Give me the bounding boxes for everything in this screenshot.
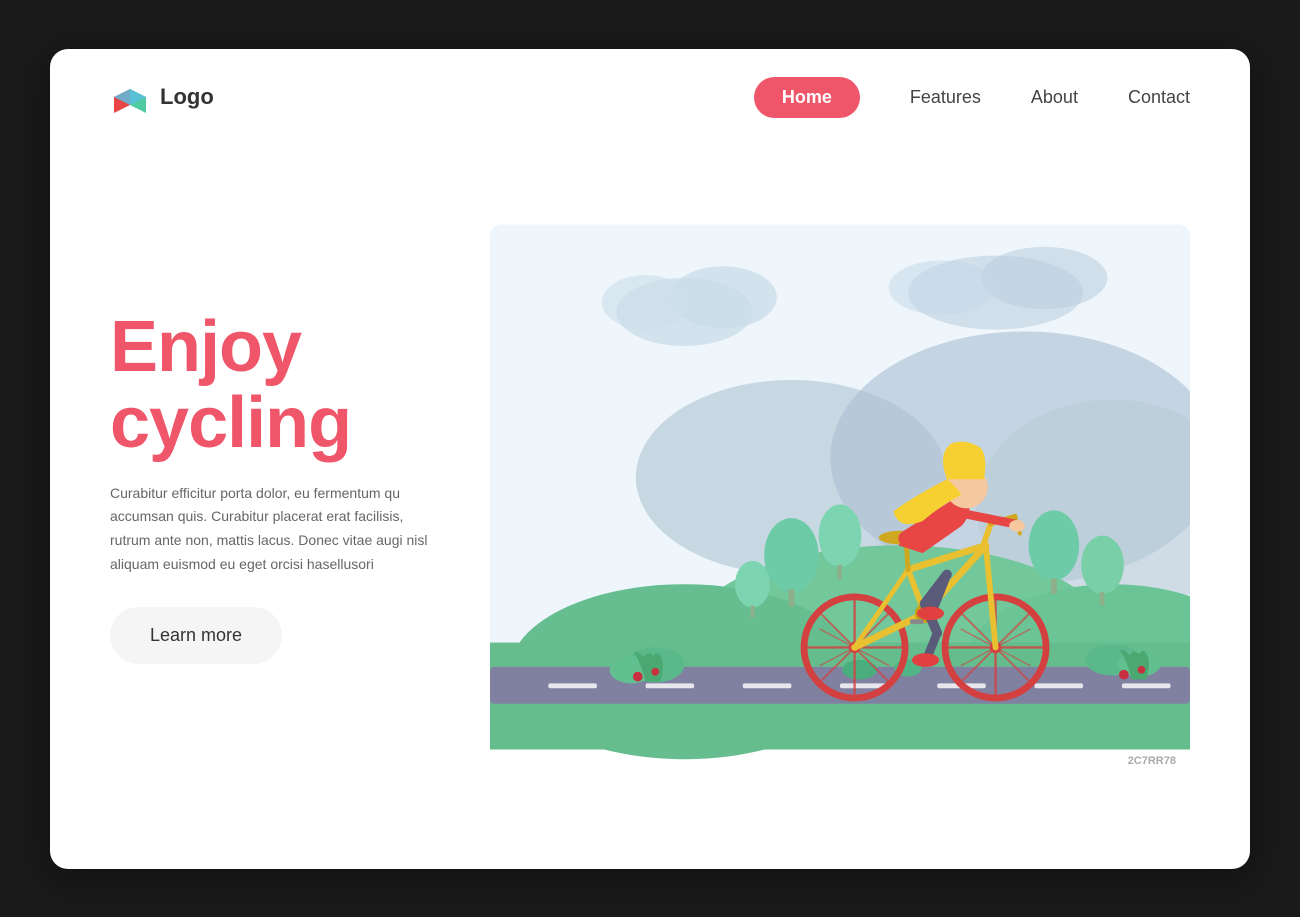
learn-more-button[interactable]: Learn more (110, 607, 282, 664)
navigation: Home Features About Contact (754, 77, 1190, 118)
logo-text: Logo (160, 84, 214, 110)
logo-icon (110, 77, 150, 117)
watermark: 2C7RR78 (1124, 753, 1180, 769)
hero-title: Enjoy cycling (110, 310, 470, 461)
hero-illustration: 2C7RR78 (490, 197, 1190, 777)
nav-about[interactable]: About (1031, 87, 1078, 108)
nav-contact[interactable]: Contact (1128, 87, 1190, 108)
page-container: Logo Home Features About Contact Enjoy c… (50, 49, 1250, 869)
main-content: Enjoy cycling Curabitur efficitur porta … (50, 146, 1250, 869)
left-panel: Enjoy cycling Curabitur efficitur porta … (110, 310, 490, 663)
nav-home[interactable]: Home (754, 77, 860, 118)
cycling-scene-svg (490, 197, 1190, 777)
hero-description: Curabitur efficitur porta dolor, eu ferm… (110, 482, 430, 577)
header: Logo Home Features About Contact (50, 49, 1250, 146)
nav-features[interactable]: Features (910, 87, 981, 108)
logo-area: Logo (110, 77, 214, 117)
